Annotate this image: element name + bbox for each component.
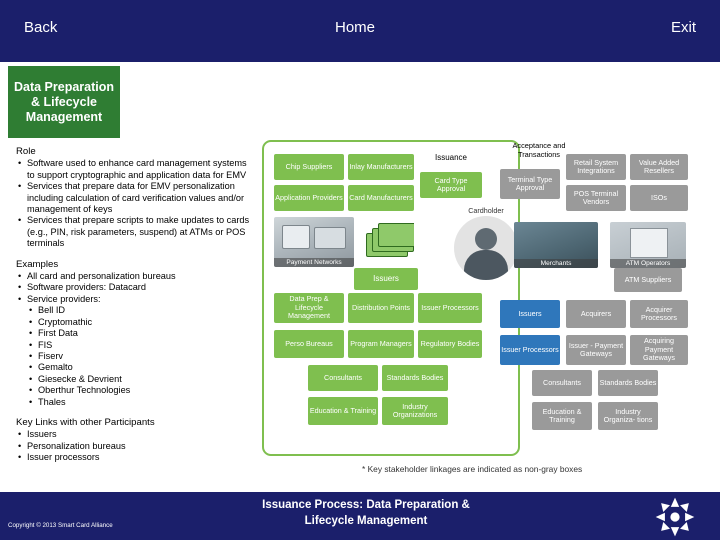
diagram-box-acquirers[interactable]: Acquirers [566, 300, 626, 328]
slide-footer-title: Issuance Process: Data Preparation & Lif… [186, 497, 546, 529]
list-item: Software used to enhance card management… [16, 158, 254, 181]
diagram-box-distribution-points[interactable]: Distribution Points [348, 293, 414, 323]
role-list: Software used to enhance card management… [16, 158, 254, 249]
list-item: First Data [16, 328, 254, 340]
cardholder-label: Cardholder [468, 206, 504, 215]
diagram-box-application-providers[interactable]: Application Providers [274, 185, 344, 211]
section-title-tab: Data Preparation & Lifecycle Management [8, 66, 120, 138]
diagram-box-perso-bureaus[interactable]: Perso Bureaus [274, 330, 344, 358]
diagram-box-chip-suppliers[interactable]: Chip Suppliers [274, 154, 344, 180]
diagram-box-program-managers[interactable]: Program Managers [348, 330, 414, 358]
photo-atm-operators: ATM Operators [610, 222, 686, 268]
examples-heading: Examples [16, 258, 59, 270]
key-links-heading: Key Links with other Participants [16, 416, 155, 428]
section-title-text: Data Preparation & Lifecycle Management [13, 79, 115, 124]
photo-caption: ATM Operators [610, 259, 686, 268]
nav-back-link[interactable]: Back [24, 19, 57, 36]
diagram-box-card-type-approval[interactable]: Card Type Approval [420, 172, 482, 198]
examples-list: All card and personalization bureaus Sof… [16, 271, 254, 408]
diagram-box-terminal-type-approval[interactable]: Terminal Type Approval [500, 169, 560, 199]
diagram-box-inlay-manufacturers[interactable]: Inlay Manufacturers [348, 154, 414, 180]
card-stack-graphic [366, 223, 414, 257]
diagram-box-right-consultants[interactable]: Consultants [532, 370, 592, 396]
diagram-box-education-training[interactable]: Education & Training [308, 397, 378, 425]
diagram-box-pos-terminal-vendors[interactable]: POS Terminal Vendors [566, 185, 626, 211]
list-item: Oberthur Technologies [16, 385, 254, 397]
top-navigation-bar: Back Home Exit [0, 0, 720, 62]
footer-title-line1: Issuance Process: Data Preparation & [262, 499, 470, 511]
cardholder-avatar [454, 216, 518, 280]
diagram-box-consultants[interactable]: Consultants [308, 365, 378, 391]
diagram-footnote: * Key stakeholder linkages are indicated… [362, 464, 583, 474]
photo-issuers [358, 217, 414, 267]
diagram-box-data-prep[interactable]: Data Prep & Lifecycle Management [274, 293, 344, 323]
list-item: All card and personalization bureaus [16, 271, 254, 283]
diagram-box-right-issuer-processors[interactable]: Issuer Processors [500, 335, 560, 365]
list-item: Services that prepare scripts to make up… [16, 215, 254, 249]
key-links-list: Issuers Personalization bureaus Issuer p… [16, 429, 254, 464]
photo-caption: Payment Networks [274, 258, 354, 267]
diagram-box-issuer-processors[interactable]: Issuer Processors [418, 293, 482, 323]
diagram-box-atm-suppliers[interactable]: ATM Suppliers [614, 268, 682, 292]
role-heading: Role [16, 146, 36, 157]
slide-root: Back Home Exit Data Preparation & Lifecy… [0, 0, 720, 540]
avatar-body [464, 250, 508, 280]
list-item: Software providers: Datacard [16, 282, 254, 294]
list-item: Giesecke & Devrient [16, 374, 254, 386]
diagram-box-regulatory-bodies[interactable]: Regulatory Bodies [418, 330, 482, 358]
photo-payment-networks: Payment Networks [274, 217, 354, 267]
list-item: Issuers [16, 429, 254, 441]
left-text-column: Role Software used to enhance card manag… [16, 146, 254, 464]
diagram-box-acquiring-payment-gateways[interactable]: Acquiring Payment Gateways [630, 335, 688, 365]
diagram-box-card-manufacturers[interactable]: Card Manufacturers [348, 185, 414, 211]
diagram-box-standards-bodies[interactable]: Standards Bodies [382, 365, 448, 391]
diagram-box-isos[interactable]: ISOs [630, 185, 688, 211]
list-item: FIS [16, 340, 254, 352]
diagram-box-value-added-resellers[interactable]: Value Added Resellers [630, 154, 688, 180]
list-item: Bell ID [16, 305, 254, 317]
list-item: Personalization bureaus [16, 441, 254, 453]
nav-exit-link[interactable]: Exit [671, 19, 696, 36]
list-item: Thales [16, 397, 254, 409]
diagram-box-right-issuers[interactable]: Issuers [500, 300, 560, 328]
footer-title-line2: Lifecycle Management [304, 515, 428, 527]
diagram-label-issuance: Issuance [434, 152, 468, 162]
list-item: Cryptomathic [16, 317, 254, 329]
ecosystem-diagram: Chip Suppliers Inlay Manufacturers Appli… [262, 140, 710, 462]
diagram-box-retail-system-integrations[interactable]: Retail System Integrations [566, 154, 626, 180]
photo-caption: Merchants [514, 259, 598, 268]
copyright-text: Copyright © 2013 Smart Card Alliance [8, 522, 113, 529]
list-item: Services that prepare data for EMV perso… [16, 181, 254, 215]
smart-card-alliance-logo-icon [655, 497, 695, 537]
diagram-box-right-education-training[interactable]: Education & Training [532, 402, 592, 430]
diagram-box-right-industry-organizations[interactable]: Industry Organiza- tions [598, 402, 658, 430]
diagram-box-issuer-payment-gateways[interactable]: Issuer - Payment Gateways [566, 335, 626, 365]
list-item: Service providers: [16, 294, 254, 306]
diagram-box-industry-organizations[interactable]: Industry Organizations [382, 397, 448, 425]
avatar-head [475, 228, 497, 250]
diagram-box-issuers[interactable]: Issuers [354, 268, 418, 290]
nav-home-link[interactable]: Home [335, 19, 375, 36]
list-item: Gemalto [16, 362, 254, 374]
list-item: Fiserv [16, 351, 254, 363]
photo-merchants: Merchants [514, 222, 598, 268]
list-item: Issuer processors [16, 452, 254, 464]
diagram-box-right-standards-bodies[interactable]: Standards Bodies [598, 370, 658, 396]
diagram-box-acquirer-processors[interactable]: Acquirer Processors [630, 300, 688, 328]
